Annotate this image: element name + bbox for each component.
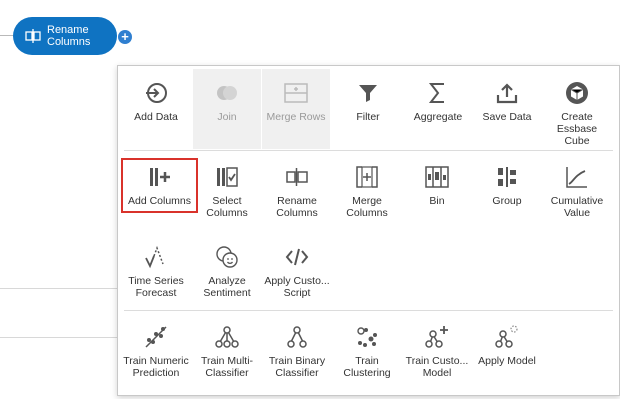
menu-item-label: Group	[492, 195, 522, 207]
menu-item-label: Rename Columns	[276, 195, 318, 219]
menu-item-join[interactable]: Join	[193, 69, 261, 149]
merge-columns-icon	[356, 166, 378, 188]
row-separator	[124, 310, 613, 311]
menu-item-aggregate[interactable]: Aggregate	[404, 80, 472, 160]
menu-item-train-numeric-prediction[interactable]: Train Numeric Prediction	[122, 324, 190, 399]
merge-rows-icon	[284, 83, 308, 103]
filter-icon	[359, 85, 377, 102]
menu-item-rename-columns[interactable]: Rename Columns	[263, 164, 331, 244]
cube-icon	[566, 82, 588, 104]
menu-item-label: Train Clustering	[343, 355, 391, 379]
rename-columns-icon	[25, 29, 41, 43]
join-icon	[217, 86, 237, 100]
add-step-button[interactable]: +	[118, 30, 132, 44]
menu-item-label: Merge Columns	[346, 195, 388, 219]
menu-item-train-clustering[interactable]: Train Clustering	[333, 324, 401, 399]
time-series-icon	[145, 245, 164, 269]
menu-item-label: Train Numeric Prediction	[123, 355, 189, 379]
menu-item-bin[interactable]: Bin	[403, 164, 471, 244]
rename-columns-icon	[286, 168, 308, 186]
menu-item-label: Add Data	[134, 111, 178, 123]
rename-columns-node[interactable]: Rename Columns	[13, 17, 117, 55]
menu-item-add-columns[interactable]: Add Columns	[121, 158, 198, 213]
menu-item-merge-rows[interactable]: Merge Rows	[262, 69, 330, 149]
menu-item-label: Train Multi-Classifier	[200, 355, 254, 379]
menu-item-label: Time Series Forecast	[128, 275, 184, 299]
menu-item-label: Bin	[429, 195, 445, 207]
menu-item-label: Join	[217, 111, 237, 123]
menu-item-group[interactable]: Group	[473, 164, 541, 244]
add-step-menu: Add Data Join Merge Rows Filter Aggregat…	[117, 65, 620, 396]
menu-item-label: Filter	[356, 111, 380, 123]
menu-item-label: Save Data	[482, 111, 532, 123]
menu-item-label: Train Custo... Model	[405, 355, 469, 379]
menu-item-add-data[interactable]: Add Data	[122, 80, 190, 160]
menu-item-train-binary-classifier[interactable]: Train Binary Classifier	[263, 324, 331, 399]
save-data-icon	[496, 83, 518, 104]
bin-icon	[425, 166, 449, 188]
row-separator	[124, 150, 613, 151]
menu-item-filter[interactable]: Filter	[334, 80, 402, 160]
sentiment-icon	[216, 246, 238, 268]
menu-item-label: Merge Rows	[266, 111, 326, 123]
train-clustering-icon	[357, 327, 377, 347]
menu-item-label: Aggregate	[413, 111, 463, 123]
flow-connector	[0, 35, 14, 36]
menu-item-analyze-sentiment[interactable]: Analyze Sentiment	[193, 244, 261, 324]
menu-item-apply-custom-script[interactable]: Apply Custo... Script	[263, 244, 331, 324]
menu-item-cumulative-value[interactable]: Cumulative Value	[543, 164, 611, 244]
divider	[0, 337, 118, 338]
node-label: Rename Columns	[47, 24, 91, 48]
train-binary-classifier-icon	[287, 326, 307, 348]
group-icon	[498, 167, 516, 187]
menu-item-label: Create Essbase Cube	[556, 111, 598, 147]
menu-item-label: Cumulative Value	[550, 195, 604, 219]
add-columns-icon	[149, 168, 170, 186]
menu-item-merge-columns[interactable]: Merge Columns	[333, 164, 401, 244]
cumulative-value-icon	[566, 167, 587, 188]
menu-item-apply-model[interactable]: Apply Model	[473, 324, 541, 399]
train-custom-model-icon	[425, 326, 448, 348]
sigma-icon	[428, 83, 444, 103]
menu-item-label: Select Columns	[206, 195, 248, 219]
add-data-icon	[146, 83, 167, 103]
menu-item-create-essbase-cube[interactable]: Create Essbase Cube	[543, 80, 611, 160]
menu-item-label: Analyze Sentiment	[203, 275, 251, 299]
menu-item-label: Add Columns	[127, 195, 192, 207]
menu-item-select-columns[interactable]: Select Columns	[193, 164, 261, 244]
divider	[0, 288, 118, 289]
apply-model-icon	[495, 325, 518, 348]
select-columns-icon	[217, 167, 238, 187]
flow-canvas: Rename Columns + Add Data Join Merge Row…	[0, 0, 620, 399]
menu-item-train-custom-model[interactable]: Train Custo... Model	[403, 324, 471, 399]
menu-item-train-multi-classifier[interactable]: Train Multi-Classifier	[193, 324, 261, 399]
menu-item-label: Train Binary Classifier	[268, 355, 326, 379]
train-numeric-icon	[145, 326, 167, 348]
menu-item-save-data[interactable]: Save Data	[473, 80, 541, 160]
script-icon	[285, 248, 309, 266]
menu-item-label: Apply Model	[478, 355, 536, 367]
train-multi-classifier-icon	[215, 326, 239, 348]
menu-item-label: Apply Custo... Script	[264, 275, 330, 299]
menu-item-time-series-forecast[interactable]: Time Series Forecast	[122, 244, 190, 324]
